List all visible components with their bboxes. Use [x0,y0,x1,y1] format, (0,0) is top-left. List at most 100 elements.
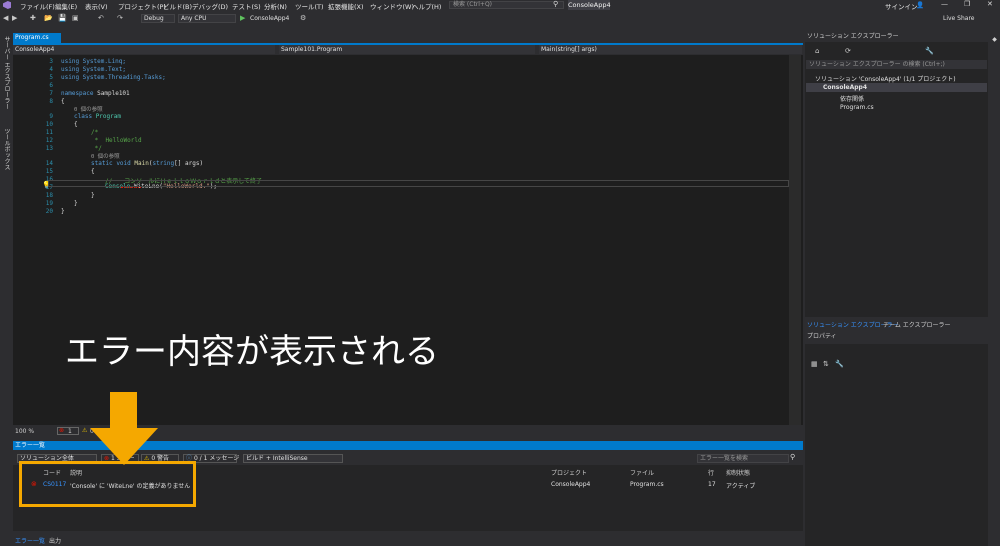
solution-explorer-title: ソリューション エクスプローラー [805,32,988,42]
editor-vertical-scrollbar[interactable] [789,55,801,425]
menu-edit[interactable]: 編集(E) [55,1,77,11]
solution-explorer-search-input[interactable]: ソリューション エクスプローラー の検索 (Ctrl+;) [806,60,987,69]
menu-extensions[interactable]: 拡張機能(X) [328,1,364,11]
start-button[interactable]: ConsoleApp4 [250,15,289,22]
undo-icon[interactable]: ↶ [98,15,104,22]
platform-select[interactable]: Any CPU [178,14,236,23]
menu-tools[interactable]: ツール(T) [295,1,324,11]
live-share-button[interactable]: Live Share [943,15,974,22]
save-icon[interactable]: 💾 [58,15,67,22]
class-nav-select[interactable]: Sample101.Program [279,45,535,54]
namespace-name: Sample101 [97,90,130,97]
tab-output[interactable]: 出力 [49,536,61,545]
menu-debug[interactable]: デバッグ(D) [192,1,228,11]
build-filter-select[interactable]: ビルド + IntelliSense [243,454,343,463]
search-icon[interactable]: ⚲ [790,453,795,461]
tree-item-solution[interactable]: ソリューション 'ConsoleApp4' (1/1 プロジェクト) [815,74,956,83]
error-state: アクティブ [726,483,756,490]
menu-test[interactable]: テスト(S) [232,1,261,11]
start-icon[interactable]: ▶ [240,15,245,22]
left-tool-strip: サーバー エクスプローラー ツールボックス [0,32,12,532]
annotation-arrow-shaft [110,392,137,430]
member-nav-select[interactable]: Main(string[] args) [539,45,802,54]
close-icon[interactable]: ✕ [987,0,993,8]
search-icon[interactable]: ⚲ [553,0,558,8]
back-icon[interactable]: ◀ [3,15,8,22]
line-number: 8 [49,98,53,105]
new-project-icon[interactable]: ✚ [30,15,36,22]
menu-analyze[interactable]: 分析(N) [264,1,287,11]
annotation-arrow-head-icon [90,428,158,465]
line-number: 14 [45,160,53,167]
save-all-icon[interactable]: ▣ [72,15,79,22]
account-icon[interactable]: 👤 [916,1,924,9]
menu-project[interactable]: プロジェクト(P) [118,1,166,11]
string-type: string [152,160,175,167]
error-file: Program.cs [630,481,664,488]
notifications-tab[interactable]: ◆ [991,36,998,43]
open-file-icon[interactable]: 📂 [44,15,53,22]
menu-window[interactable]: ウィンドウ(W) [370,1,414,11]
code-line-12: * HelloWorld [91,137,142,144]
code-line-8: { [61,98,65,105]
tree-item-project[interactable]: ConsoleApp4 [823,84,867,91]
reference-count-main[interactable]: 0 個の参照 [91,152,120,160]
static-keyword: static [91,160,113,167]
redo-icon[interactable]: ↷ [117,15,123,22]
solution-tab-bar: ソリューション エクスプローラー チーム エクスプローラー [805,317,988,329]
zoom-level[interactable]: 100 % [15,428,34,435]
line-number: 5 [49,74,53,81]
toolbar-tool-icon[interactable]: ⚙ [300,15,306,22]
configuration-select[interactable]: Debug [141,14,175,23]
visual-studio-logo-icon [3,1,11,9]
code-line-13: */ [91,145,102,152]
error-squiggle [121,185,141,188]
line-number: 3 [49,58,53,65]
code-line-4: using System.Text; [61,66,127,73]
quick-search-input[interactable]: 検索 (Ctrl+Q) [449,1,564,9]
code-line-14: static void Main(string[] args) [91,160,203,167]
property-pages-icon[interactable]: 🔧 [835,360,844,368]
line-number: 20 [45,208,53,215]
minimize-icon[interactable]: — [941,0,948,8]
column-line[interactable]: 行 [708,468,714,477]
code-line-7: namespace Sample101 [61,90,130,97]
class-keyword: class [74,113,93,120]
column-project[interactable]: プロジェクト [551,468,587,477]
wrench-icon[interactable]: 🔧 [925,47,934,55]
code-line-10: { [74,121,78,128]
namespace-keyword: namespace [61,90,94,97]
tab-error-list[interactable]: エラー一覧 [15,536,45,545]
menu-help[interactable]: ヘルプ(H) [412,1,441,11]
line-number: 6 [49,82,53,89]
server-explorer-tab[interactable]: サーバー エクスプローラー [2,36,11,110]
home-icon[interactable]: ⌂ [815,47,819,55]
restore-icon[interactable]: ❐ [964,0,970,8]
categorized-icon[interactable]: ▦ [811,360,818,368]
tab-program-cs[interactable]: Program.cs [13,33,61,43]
tree-item-program-cs[interactable]: Program.cs [840,104,874,111]
signin-link[interactable]: サインイン [885,1,918,11]
sync-icon[interactable]: ⟳ [845,47,851,55]
menu-view[interactable]: 表示(V) [85,1,108,11]
alphabetical-icon[interactable]: ⇅ [823,360,829,368]
tab-team-explorer[interactable]: チーム エクスプローラー [883,320,951,329]
toolbox-tab[interactable]: ツールボックス [2,128,11,170]
tree-item-dependencies[interactable]: 依存関係 [840,94,864,103]
line-number: 9 [49,113,53,120]
code-line-18: } [91,192,95,199]
error-list-search-input[interactable]: エラー一覧を検索 [697,454,789,463]
column-suppression-state[interactable]: 抑制状態 [726,468,750,477]
warning-triangle-icon: ⚠ [82,427,88,434]
error-line: 17 [708,481,716,488]
project-nav-select[interactable]: ConsoleApp4 [13,45,275,54]
forward-icon[interactable]: ▶ [12,15,17,22]
app-title: ConsoleApp4 [568,0,611,10]
column-file[interactable]: ファイル [630,468,654,477]
menu-build[interactable]: ビルド(B) [163,1,192,11]
menu-file[interactable]: ファイル(F) [20,1,55,11]
line-number: 11 [45,129,53,136]
error-circle-icon: ⊗ [59,427,65,434]
reference-count-class[interactable]: 0 個の参照 [74,105,103,113]
line-number: 13 [45,145,53,152]
